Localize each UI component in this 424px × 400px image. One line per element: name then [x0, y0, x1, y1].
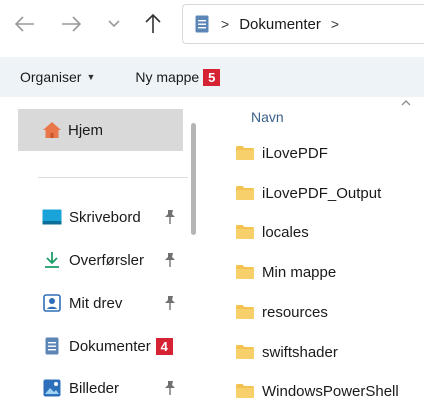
step-badge-5: 5	[203, 68, 221, 86]
pin-icon[interactable]	[162, 251, 178, 269]
sidebar-item-label: Skrivebord	[69, 208, 141, 226]
arrow-left-icon	[15, 16, 34, 32]
sidebar-home-label: Hjem	[68, 121, 104, 139]
arrow-right-icon	[62, 16, 81, 32]
new-folder-button[interactable]: Ny mappe 5	[135, 68, 221, 86]
file-row[interactable]: iLovePDF_Output	[235, 181, 381, 205]
up-button[interactable]	[136, 8, 170, 40]
file-name: locales	[262, 223, 309, 241]
folder-icon	[236, 305, 254, 319]
navigation-pane: Hjem Skrivebord Overførsler Mit drev Dok…	[0, 97, 205, 400]
file-row[interactable]: WindowsPowerShell	[235, 379, 399, 400]
breadcrumb-separator[interactable]: >	[221, 16, 229, 32]
breadcrumb-separator-end[interactable]: >	[331, 16, 339, 32]
file-name: iLovePDF	[262, 144, 328, 162]
sidebar-scrollbar[interactable]	[191, 123, 196, 235]
pictures-icon	[42, 379, 62, 397]
folder-icon	[236, 265, 254, 279]
document-icon	[195, 15, 209, 33]
documents-icon	[42, 337, 62, 355]
chevron-down-icon	[108, 20, 120, 28]
desktop-icon	[42, 208, 62, 226]
download-icon	[42, 251, 62, 269]
sidebar-item-downloads[interactable]: Overførsler	[42, 248, 187, 272]
address-bar[interactable]: > Dokumenter >	[182, 4, 424, 44]
file-name: resources	[262, 303, 328, 321]
sidebar-item-home[interactable]: Hjem	[18, 109, 183, 151]
folder-icon	[236, 146, 254, 160]
sort-up-icon[interactable]	[401, 99, 411, 106]
sidebar-item-my-drive[interactable]: Mit drev	[42, 291, 187, 315]
column-header-name[interactable]: Navn	[251, 109, 284, 125]
back-button[interactable]	[8, 8, 42, 40]
caret-down-icon: ▼	[86, 72, 96, 82]
folder-icon	[236, 186, 254, 200]
file-name: swiftshader	[262, 343, 338, 361]
file-row[interactable]: Min mappe	[235, 260, 336, 284]
folder-icon	[236, 345, 254, 359]
folder-icon	[236, 225, 254, 239]
pin-icon[interactable]	[162, 294, 178, 312]
file-row[interactable]: resources	[235, 300, 328, 324]
new-folder-label: Ny mappe	[135, 69, 200, 85]
file-row[interactable]: iLovePDF	[235, 141, 328, 165]
forward-button[interactable]	[54, 8, 88, 40]
organise-button[interactable]: Organiser ▼	[20, 69, 95, 85]
sidebar-divider	[38, 177, 188, 178]
sidebar-item-label: Billeder	[69, 379, 120, 397]
command-bar: Organiser ▼ Ny mappe 5	[0, 57, 424, 97]
arrow-up-icon	[145, 14, 161, 33]
recent-locations-button[interactable]	[100, 8, 128, 40]
navigation-bar: > Dokumenter >	[0, 0, 424, 50]
sidebar-item-label: Dokumenter	[69, 337, 151, 355]
file-name: Min mappe	[262, 263, 337, 281]
file-name: WindowsPowerShell	[262, 382, 399, 400]
sidebar-item-pictures[interactable]: Billeder	[42, 376, 187, 400]
sidebar-item-label: Mit drev	[69, 294, 123, 312]
pin-icon[interactable]	[162, 208, 178, 226]
breadcrumb-current[interactable]: Dokumenter	[239, 16, 321, 33]
pin-icon[interactable]	[162, 379, 178, 397]
step-badge-4: 4	[155, 337, 173, 355]
file-list: Navn iLovePDF iLovePDF_Outputlocales Min m…	[205, 97, 424, 400]
home-icon	[43, 122, 61, 138]
sidebar-item-desktop[interactable]: Skrivebord	[42, 205, 187, 229]
sidebar-item-documents[interactable]: Dokumenter 4	[42, 334, 187, 358]
organise-label: Organiser	[20, 69, 82, 85]
folder-icon	[236, 384, 254, 398]
file-row[interactable]: swiftshader	[235, 340, 338, 364]
file-name: iLovePDF_Output	[262, 184, 382, 202]
drive-icon	[42, 294, 62, 312]
file-row[interactable]: locales	[235, 220, 309, 244]
sidebar-item-label: Overførsler	[69, 251, 144, 269]
